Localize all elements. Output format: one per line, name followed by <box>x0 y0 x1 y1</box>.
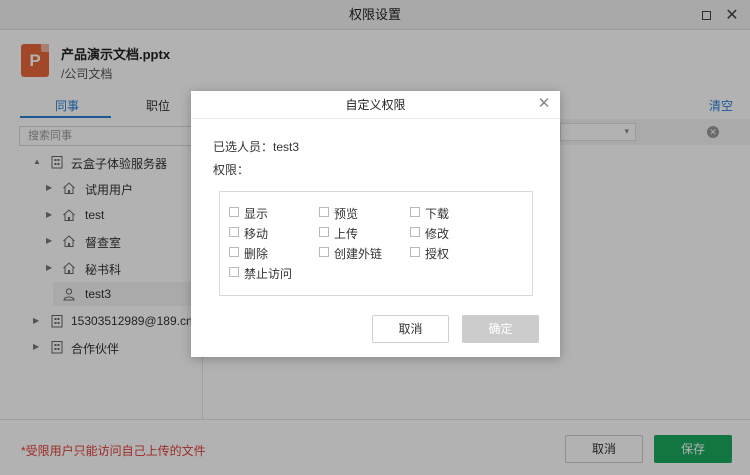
checkbox[interactable] <box>319 207 329 217</box>
checkbox[interactable] <box>410 247 420 257</box>
perm-label: 创建外链 <box>334 247 383 261</box>
dialog-title: 自定义权限 <box>191 91 560 119</box>
perm-label: 预览 <box>334 207 359 221</box>
perm-label: 授权 <box>425 247 450 261</box>
perm-label: 修改 <box>425 227 450 241</box>
perm-label: 显示 <box>244 207 269 221</box>
custom-permission-dialog: 自定义权限 ✕ 已选人员：test3 权限： 显示 预览 下载 移动 上传 修改 <box>191 91 560 357</box>
perm-label: 删除 <box>244 247 269 261</box>
perm-label: 禁止访问 <box>244 267 293 281</box>
selected-member-text: 已选人员：test3 <box>213 140 300 154</box>
checkbox[interactable] <box>229 227 239 237</box>
perm-label: 移动 <box>244 227 269 241</box>
checkbox[interactable] <box>410 207 420 217</box>
checkbox[interactable] <box>229 247 239 257</box>
dialog-close-button[interactable]: ✕ <box>536 96 552 112</box>
checkbox[interactable] <box>229 267 239 277</box>
close-icon: ✕ <box>537 95 551 112</box>
permission-options-box: 显示 预览 下载 移动 上传 修改 删除 创建外链 授权 禁止访问 <box>219 191 533 296</box>
perm-label: 下载 <box>425 207 450 221</box>
permission-label: 权限： <box>213 163 250 177</box>
perm-label: 上传 <box>334 227 359 241</box>
checkbox[interactable] <box>410 227 420 237</box>
checkbox[interactable] <box>319 247 329 257</box>
checkbox[interactable] <box>229 207 239 217</box>
dialog-cancel-button[interactable]: 取消 <box>372 315 449 343</box>
dialog-confirm-button[interactable]: 确定 <box>462 315 539 343</box>
checkbox[interactable] <box>319 227 329 237</box>
